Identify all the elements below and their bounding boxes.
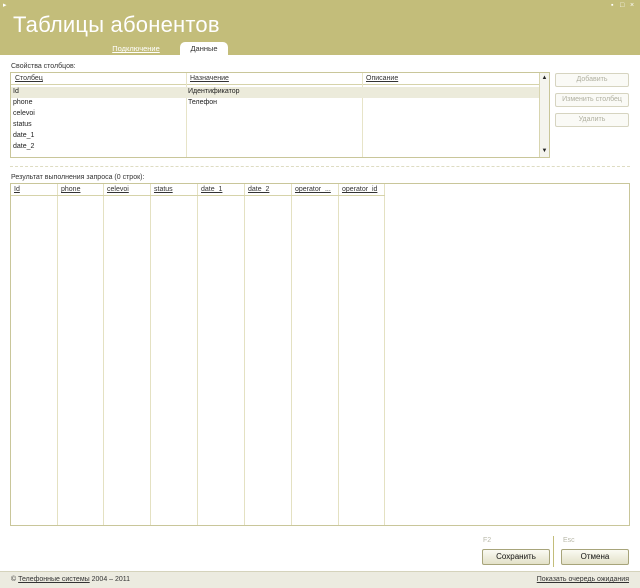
header-description[interactable]: Описание bbox=[366, 75, 398, 82]
cell-purpose: Идентификатор bbox=[188, 88, 240, 95]
show-queue-link[interactable]: Показать очередь ожидания bbox=[537, 576, 629, 583]
results-header-date-1[interactable]: date_1 bbox=[198, 184, 245, 195]
copyright-years: 2004 – 2011 bbox=[91, 576, 131, 583]
table-row[interactable]: celevoi bbox=[11, 109, 539, 120]
results-column bbox=[58, 184, 104, 525]
table-row[interactable]: date_1 bbox=[11, 131, 539, 142]
actions-divider bbox=[553, 536, 554, 567]
cancel-button[interactable]: Отмена bbox=[561, 549, 629, 565]
status-bar: © Телефонные системы 2004 – 2011 Показат… bbox=[0, 571, 640, 588]
copyright-symbol: © bbox=[11, 576, 17, 583]
results-column bbox=[292, 184, 339, 525]
table-row[interactable]: date_2 bbox=[11, 142, 539, 153]
header-column[interactable]: Столбец bbox=[15, 75, 43, 82]
columns-section-label: Свойства столбцов: bbox=[11, 63, 76, 70]
table-row[interactable]: status bbox=[11, 120, 539, 131]
save-hotkey-hint: F2 bbox=[483, 537, 492, 544]
tab-connection[interactable]: Подключение bbox=[104, 42, 168, 55]
results-grid[interactable]: Id phone celevoi status date_1 date_2 op… bbox=[10, 183, 630, 526]
delete-column-button[interactable]: Удалить bbox=[555, 113, 629, 127]
results-header-operator[interactable]: operator_... bbox=[292, 184, 339, 195]
results-header-status[interactable]: status bbox=[151, 184, 198, 195]
table-row[interactable]: phone Телефон bbox=[11, 98, 539, 109]
scroll-down-icon[interactable]: ▼ bbox=[540, 147, 549, 156]
results-header-divider bbox=[11, 195, 385, 196]
scroll-up-icon[interactable]: ▲ bbox=[540, 74, 549, 83]
results-column bbox=[151, 184, 198, 525]
results-header-phone[interactable]: phone bbox=[58, 184, 104, 195]
edit-column-button[interactable]: Изменить столбец bbox=[555, 93, 629, 107]
close-icon[interactable]: × bbox=[630, 2, 634, 10]
results-header-id[interactable]: Id bbox=[11, 184, 58, 195]
cell-column: phone bbox=[13, 99, 33, 106]
columns-grid-header: Столбец Назначение Описание bbox=[11, 73, 539, 85]
section-divider bbox=[10, 166, 630, 167]
tab-data[interactable]: Данные bbox=[180, 42, 228, 55]
page-title: Таблицы абонентов bbox=[13, 12, 220, 37]
cell-column: date_1 bbox=[13, 132, 35, 139]
results-section-label: Результат выполнения запроса (0 строк): bbox=[11, 174, 145, 181]
cell-column: date_2 bbox=[13, 143, 35, 150]
table-row[interactable]: Id Идентификатор bbox=[11, 87, 539, 98]
cell-purpose: Телефон bbox=[188, 99, 218, 106]
header-purpose[interactable]: Назначение bbox=[190, 75, 229, 82]
header-bar: ▸ ▪ □ × Таблицы абонентов Подключение Да… bbox=[0, 0, 640, 55]
save-button[interactable]: Сохранить bbox=[482, 549, 550, 565]
minimize-icon[interactable]: ▪ bbox=[611, 2, 613, 10]
cell-column: Id bbox=[13, 88, 19, 95]
copyright: © Телефонные системы 2004 – 2011 bbox=[11, 576, 130, 583]
cell-column: status bbox=[13, 121, 32, 128]
results-column bbox=[339, 184, 385, 525]
columns-grid[interactable]: Столбец Назначение Описание Id Идентифик… bbox=[10, 72, 550, 158]
results-column bbox=[245, 184, 292, 525]
add-column-button[interactable]: Добавить bbox=[555, 73, 629, 87]
window-menu-icon[interactable]: ▸ bbox=[3, 2, 7, 10]
results-header-celevoi[interactable]: celevoi bbox=[104, 184, 151, 195]
maximize-icon[interactable]: □ bbox=[620, 2, 624, 10]
cell-column: celevoi bbox=[13, 110, 35, 117]
results-header-operator-id[interactable]: operator_id bbox=[339, 184, 385, 195]
results-header-date-2[interactable]: date_2 bbox=[245, 184, 292, 195]
results-column bbox=[198, 184, 245, 525]
cancel-hotkey-hint: Esc bbox=[563, 537, 575, 544]
results-column bbox=[104, 184, 151, 525]
results-column bbox=[11, 184, 58, 525]
company-link[interactable]: Телефонные системы bbox=[18, 576, 90, 583]
columns-scrollbar[interactable]: ▲ ▼ bbox=[539, 73, 549, 157]
